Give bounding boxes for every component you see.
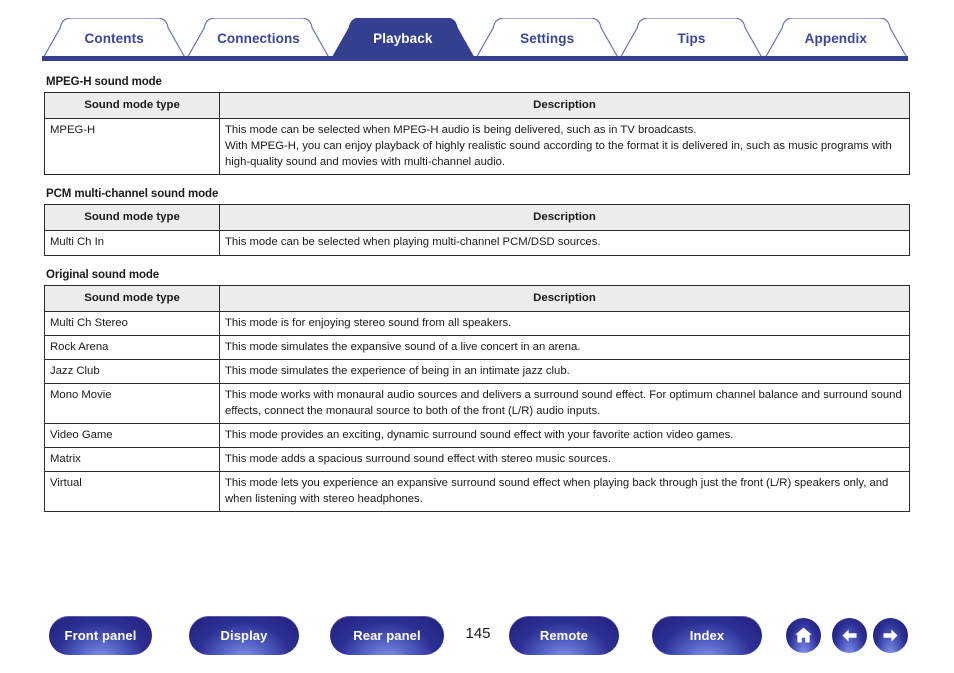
sound-mode-type-cell: Multi Ch Stereo <box>44 310 220 336</box>
tab-bar-underline <box>42 56 908 61</box>
sound-mode-description-cell: This mode provides an exciting, dynamic … <box>219 422 910 448</box>
column-header-sound-mode-type: Sound mode type <box>44 284 220 312</box>
footer-button-rear-panel[interactable]: Rear panel <box>330 616 444 655</box>
table-row: Multi Ch In This mode can be selected whe… <box>44 230 910 256</box>
sound-mode-table: Sound mode type Description Multi Ch In Thi… <box>44 204 910 256</box>
tab-connections[interactable]: Connections <box>186 18 331 60</box>
description-paragraph: This mode adds a spacious surround sound… <box>225 452 611 465</box>
description-paragraph: This mode is for enjoying stereo sound f… <box>225 316 512 329</box>
table-row: MPEG-H This mode can be selected when MPE… <box>44 118 910 176</box>
tab-tips[interactable]: Tips <box>619 18 764 60</box>
description-paragraph: This mode can be selected when MPEG-H au… <box>225 124 697 137</box>
sound-mode-description-cell: This mode can be selected when MPEG-H au… <box>219 118 910 176</box>
sound-mode-type-cell: Mono Movie <box>44 382 220 424</box>
sound-mode-type-cell: Matrix <box>44 446 220 472</box>
description-paragraph: With MPEG-H, you can enjoy playback of h… <box>225 140 892 169</box>
tab-label: Playback <box>373 30 433 46</box>
section-title: PCM multi-channel sound mode <box>46 188 219 201</box>
column-header-description: Description <box>219 91 910 120</box>
description-paragraph: This mode simulates the experience of be… <box>225 364 570 377</box>
sound-mode-type-cell: Virtual <box>44 470 220 512</box>
footer-button-label: Display <box>220 628 268 643</box>
description-paragraph: This mode simulates the expansive sound … <box>225 340 581 353</box>
table-header-row: Sound mode type Description <box>44 284 910 312</box>
sound-mode-description-cell: This mode lets you experience an expansi… <box>219 470 910 512</box>
tab-label: Settings <box>520 30 575 46</box>
column-header-description: Description <box>219 284 910 312</box>
sound-mode-type-cell: Jazz Club <box>44 358 220 384</box>
footer-navigation: Front panel Display Rear panel Remote Index 1… <box>0 616 954 660</box>
table-header-row: Sound mode type Description <box>44 204 910 232</box>
tab-label: Appendix <box>804 30 867 46</box>
tab-settings[interactable]: Settings <box>475 18 620 60</box>
sound-mode-table: Sound mode type Description Multi Ch Stere… <box>44 284 910 512</box>
arrow-right-button[interactable] <box>873 618 908 653</box>
column-header-sound-mode-type: Sound mode type <box>44 91 220 120</box>
sound-mode-section: MPEG-H sound mode Sound mode type Descript… <box>44 76 910 176</box>
table-header-row: Sound mode type Description <box>44 91 910 120</box>
arrow-left-icon <box>842 629 857 642</box>
tab-contents[interactable]: Contents <box>42 18 187 60</box>
footer-button-remote[interactable]: Remote <box>509 616 619 655</box>
footer-button-label: Index <box>689 628 725 643</box>
section-title: Original sound mode <box>46 268 160 281</box>
sound-mode-description-cell: This mode adds a spacious surround sound… <box>219 446 910 472</box>
sound-mode-type-cell: Rock Arena <box>44 334 220 360</box>
main-tab-bar: Contents Connections Playback Settings Tips A… <box>42 18 908 60</box>
tab-playback[interactable]: Playback <box>330 18 475 60</box>
sound-mode-description-cell: This mode simulates the experience of be… <box>219 358 910 384</box>
page-number: 145 <box>465 625 491 642</box>
tab-label: Tips <box>677 30 706 46</box>
tab-label: Connections <box>217 30 300 46</box>
section-title: MPEG-H sound mode <box>46 76 162 88</box>
home-icon <box>795 627 812 643</box>
table-row: Matrix This mode adds a spacious surround… <box>44 446 910 472</box>
description-paragraph: This mode works with monaural audio sour… <box>225 388 902 417</box>
sound-mode-description-cell: This mode simulates the expansive sound … <box>219 334 910 360</box>
arrow-right-icon <box>883 629 898 642</box>
footer-button-index[interactable]: Index <box>652 616 762 655</box>
tab-appendix[interactable]: Appendix <box>763 18 908 60</box>
table-row: Video Game This mode provides an exciting… <box>44 422 910 448</box>
footer-button-display[interactable]: Display <box>189 616 299 655</box>
page-content: MPEG-H sound mode Sound mode type Descript… <box>44 76 910 512</box>
sound-mode-description-cell: This mode can be selected when playing m… <box>219 230 910 256</box>
footer-button-label: Rear panel <box>353 628 421 643</box>
table-row: Mono Movie This mode works with monaural … <box>44 382 910 424</box>
footer-button-front-panel[interactable]: Front panel <box>49 616 152 655</box>
column-header-sound-mode-type: Sound mode type <box>44 204 220 232</box>
table-row: Virtual This mode lets you experience an … <box>44 470 910 512</box>
footer-button-label: Front panel <box>64 628 137 643</box>
sound-mode-section: PCM multi-channel sound mode Sound mode t… <box>44 188 910 256</box>
table-row: Rock Arena This mode simulates the expans… <box>44 334 910 360</box>
tab-label: Contents <box>84 30 144 46</box>
column-header-description: Description <box>219 204 910 232</box>
description-paragraph: This mode provides an exciting, dynamic … <box>225 428 734 441</box>
sound-mode-description-cell: This mode is for enjoying stereo sound f… <box>219 310 910 336</box>
table-row: Multi Ch Stereo This mode is for enjoying… <box>44 310 910 336</box>
sound-mode-type-cell: Video Game <box>44 422 220 448</box>
description-paragraph: This mode can be selected when playing m… <box>225 236 601 249</box>
footer-button-label: Remote <box>539 628 589 643</box>
sound-mode-type-cell: Multi Ch In <box>44 230 220 256</box>
description-paragraph: This mode lets you experience an expansi… <box>225 476 889 505</box>
sound-mode-section: Original sound mode Sound mode type Descri… <box>44 269 910 512</box>
arrow-left-button[interactable] <box>832 618 867 653</box>
home-button[interactable] <box>786 618 821 653</box>
sound-mode-description-cell: This mode works with monaural audio sour… <box>219 382 910 424</box>
table-row: Jazz Club This mode simulates the experie… <box>44 358 910 384</box>
sound-mode-table: Sound mode type Description MPEG-H This mod… <box>44 91 910 176</box>
sound-mode-type-cell: MPEG-H <box>44 118 220 176</box>
